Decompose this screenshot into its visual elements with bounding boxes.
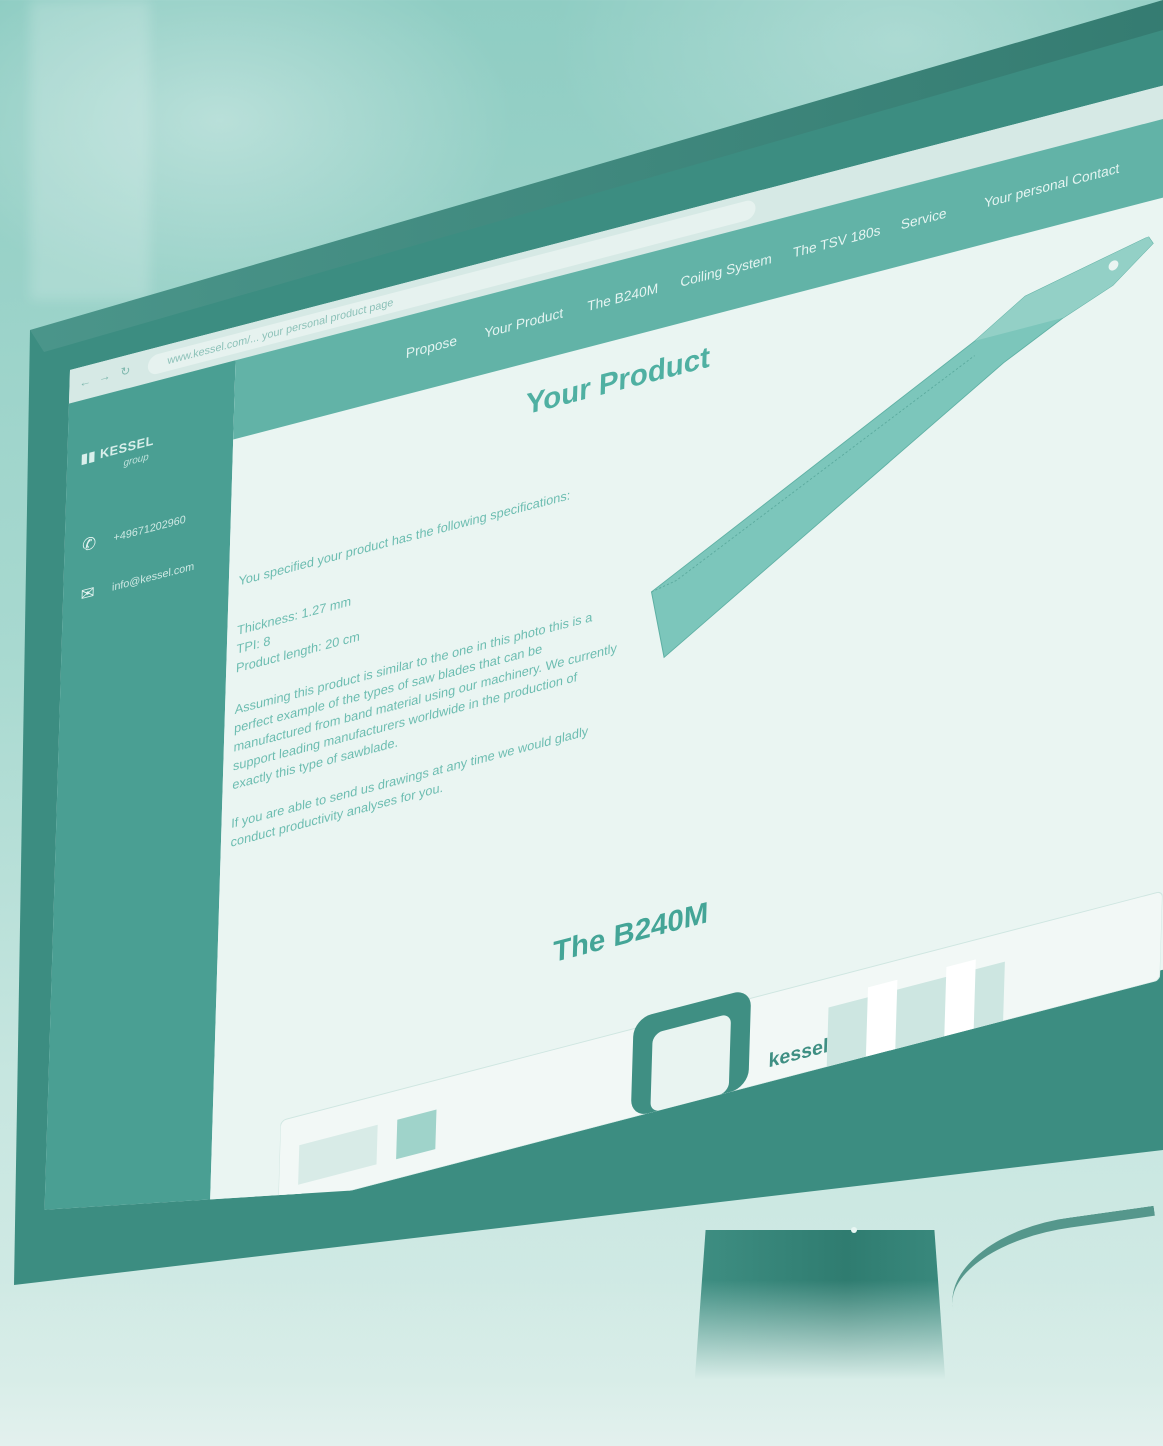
- phone-number: +49671202960: [113, 513, 186, 545]
- nav-item-service[interactable]: Service: [901, 205, 947, 233]
- nav-item-b240m[interactable]: The B240M: [587, 280, 658, 314]
- nav-item-propose[interactable]: Propose: [406, 332, 458, 361]
- mail-icon: ✉: [80, 582, 95, 605]
- phone-icon: ✆: [81, 533, 97, 556]
- sidebar: ▮▮ KESSEL group ✆ +49671202960 ✉ info@ke…: [43, 360, 236, 1210]
- background-blur-shape: [30, 0, 150, 300]
- contact-email[interactable]: ✉ info@kessel.com: [80, 549, 228, 611]
- back-icon[interactable]: ←: [79, 373, 91, 390]
- logo-mark-icon: ▮▮: [80, 446, 101, 467]
- nav-item-your-product[interactable]: Your Product: [484, 304, 563, 340]
- forward-icon[interactable]: →: [99, 368, 111, 385]
- nav-item-coiling-system[interactable]: Coiling System: [680, 250, 772, 290]
- email-address: info@kessel.com: [111, 560, 195, 594]
- nav-item-personal-contact[interactable]: Your personal Contact: [984, 160, 1120, 211]
- desk-surface: [0, 1280, 1163, 1446]
- contact-phone[interactable]: ✆ +49671202960: [82, 499, 230, 561]
- power-indicator: [851, 1227, 857, 1233]
- reload-icon[interactable]: ↻: [120, 363, 132, 379]
- nav-item-tsv-180s[interactable]: The TSV 180s: [793, 222, 881, 261]
